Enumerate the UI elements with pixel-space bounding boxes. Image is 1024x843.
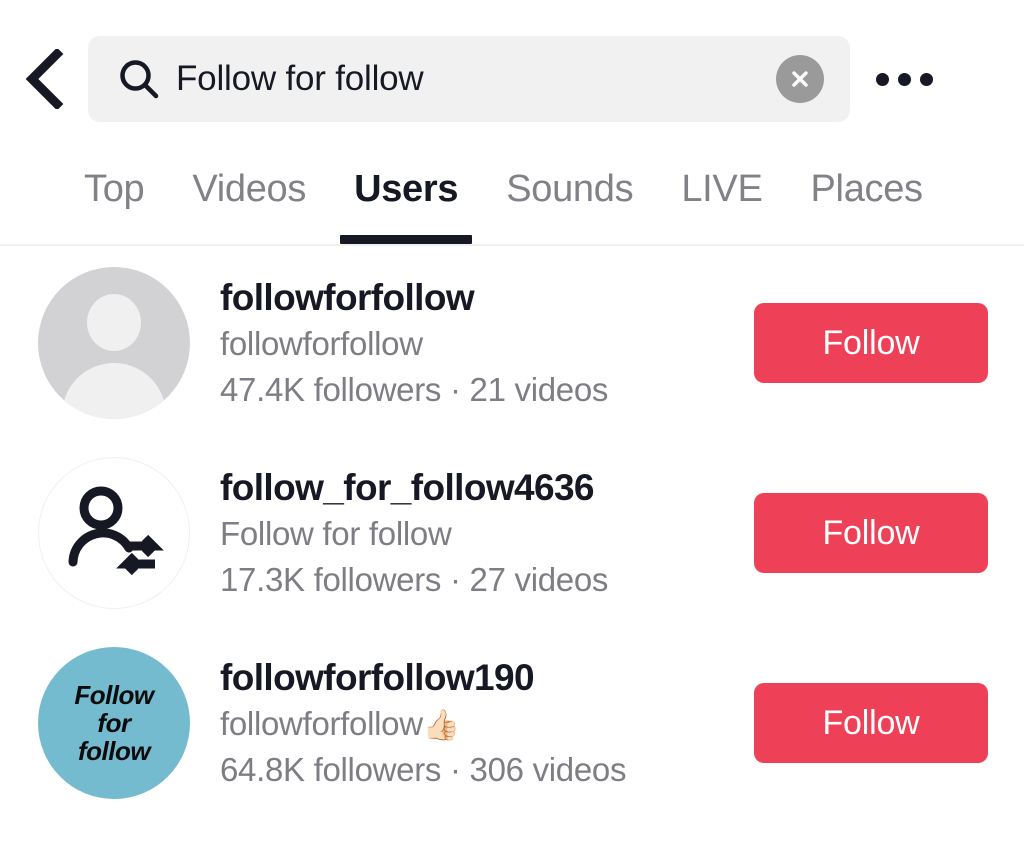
tab-underline — [797, 235, 937, 244]
person-placeholder-icon-head — [87, 294, 141, 351]
user-handle: Follow for follow — [220, 515, 452, 553]
search-result-tabs: Top Videos Users Sounds LIVE Places — [0, 158, 1024, 246]
user-results-list: followforfollow followforfollow 47.4K fo… — [0, 248, 1024, 818]
tab-underline — [667, 235, 776, 244]
user-stats: 47.4K followers · 21 videos — [220, 370, 609, 408]
avatar-text-line: Follow — [74, 679, 154, 710]
user-name: followforfollow190 — [220, 656, 535, 698]
avatar[interactable] — [38, 267, 190, 419]
user-result-row[interactable]: followforfollow followforfollow 47.4K fo… — [0, 248, 1024, 438]
person-swap-icon — [59, 478, 169, 588]
follow-button[interactable]: Follow — [754, 493, 988, 573]
follow-button[interactable]: Follow — [754, 683, 988, 763]
user-info: followforfollow followforfollow 47.4K fo… — [190, 274, 736, 412]
avatar[interactable] — [38, 457, 190, 609]
tab-label: LIVE — [681, 168, 763, 210]
top-search-bar: Follow for follow — [0, 0, 1024, 158]
user-name: follow_for_follow4636 — [220, 466, 595, 508]
back-button[interactable] — [0, 29, 88, 129]
tab-label: Top — [84, 168, 145, 210]
tab-videos[interactable]: Videos — [168, 158, 330, 244]
search-input[interactable]: Follow for follow — [176, 36, 776, 122]
tab-label: Users — [354, 168, 459, 210]
search-icon — [116, 56, 162, 102]
tab-label: Places — [810, 168, 924, 210]
chevron-left-icon — [21, 49, 67, 109]
tab-label: Videos — [192, 168, 307, 210]
avatar[interactable]: Follow for follow — [38, 647, 190, 799]
user-info: followforfollow190 followforfollow👍🏻 64.… — [190, 654, 736, 792]
more-horizontal-icon-dot-2 — [897, 72, 911, 86]
avatar-text-line: for — [97, 707, 131, 738]
tab-underline-active — [340, 235, 473, 244]
user-stats: 64.8K followers · 306 videos — [220, 750, 627, 788]
follow-button[interactable]: Follow — [754, 303, 988, 383]
user-handle-text: followforfollow — [220, 705, 423, 743]
more-options-button[interactable] — [850, 29, 958, 129]
user-stats: 17.3K followers · 27 videos — [220, 560, 609, 598]
user-name: followforfollow — [220, 276, 475, 318]
tab-live[interactable]: LIVE — [657, 158, 786, 244]
tab-underline — [70, 235, 158, 244]
user-result-row[interactable]: Follow for follow followforfollow190 fol… — [0, 628, 1024, 818]
person-placeholder-icon-body — [62, 363, 166, 419]
tab-underline — [492, 235, 647, 244]
tab-top[interactable]: Top — [60, 158, 168, 244]
tab-places[interactable]: Places — [787, 158, 947, 244]
more-horizontal-icon-dot-3 — [919, 72, 933, 86]
user-result-row[interactable]: follow_for_follow4636 Follow for follow … — [0, 438, 1024, 628]
tab-label: Sounds — [506, 168, 634, 210]
user-handle: followforfollow — [220, 325, 423, 363]
tiktok-search-users-screen: Follow for follow Top Videos Users Sound… — [0, 0, 1024, 843]
more-horizontal-icon-dot-1 — [875, 72, 889, 86]
tab-underline — [178, 235, 320, 244]
clear-search-button[interactable] — [776, 55, 824, 103]
search-field[interactable]: Follow for follow — [88, 36, 850, 122]
tab-sounds[interactable]: Sounds — [482, 158, 657, 244]
user-info: follow_for_follow4636 Follow for follow … — [190, 464, 736, 602]
avatar-text-line: follow — [77, 736, 151, 767]
close-icon — [787, 66, 813, 92]
thumbs-up-icon: 👍🏻 — [422, 709, 460, 743]
tab-users[interactable]: Users — [330, 158, 482, 244]
user-handle: followforfollow👍🏻 — [220, 701, 736, 747]
